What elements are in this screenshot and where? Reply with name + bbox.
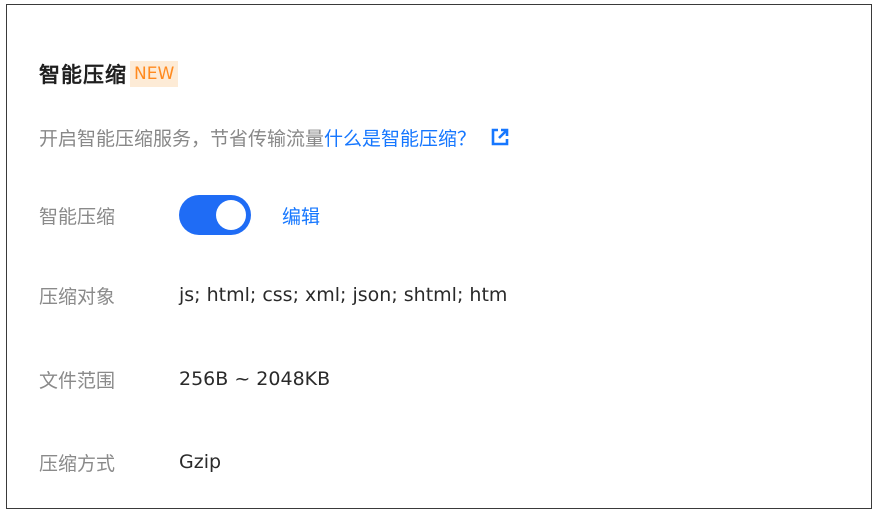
- compression-method-value: Gzip: [179, 451, 222, 473]
- toggle-label: 智能压缩: [39, 205, 116, 228]
- new-badge: NEW: [130, 61, 179, 87]
- edit-button[interactable]: 编辑: [282, 202, 320, 229]
- file-range-value: 256B ~ 2048KB: [179, 368, 331, 390]
- smart-compression-toggle[interactable]: [179, 195, 251, 235]
- description-text: 开启智能压缩服务，节省传输流量: [39, 127, 325, 150]
- compression-target-label: 压缩对象: [39, 285, 116, 308]
- compression-method-label: 压缩方式: [39, 452, 116, 475]
- smart-compression-card: 智能压缩 NEW 开启智能压缩服务，节省传输流量 什么是智能压缩？ 智能压缩 编…: [6, 4, 872, 509]
- external-link-icon[interactable]: [490, 127, 510, 147]
- compression-method-row: 压缩方式 Gzip: [39, 447, 221, 477]
- section-description: 开启智能压缩服务，节省传输流量 什么是智能压缩？: [39, 122, 510, 152]
- section-header: 智能压缩 NEW: [39, 58, 179, 90]
- help-link[interactable]: 什么是智能压缩？: [324, 124, 476, 151]
- toggle-row: 智能压缩 编辑: [39, 195, 320, 235]
- section-title: 智能压缩: [39, 63, 127, 87]
- compression-target-value: js; html; css; xml; json; shtml; htm: [179, 284, 508, 306]
- toggle-knob: [216, 200, 246, 230]
- compression-target-row: 压缩对象 js; html; css; xml; json; shtml; ht…: [39, 280, 507, 310]
- file-range-label: 文件范围: [39, 369, 116, 392]
- file-range-row: 文件范围 256B ~ 2048KB: [39, 364, 330, 394]
